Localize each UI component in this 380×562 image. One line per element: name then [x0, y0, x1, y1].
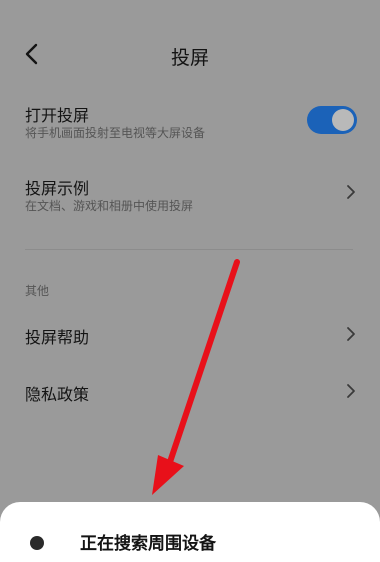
red-arrow-annotation: [152, 259, 240, 495]
bottom-sheet: 正在搜索周围设备: [0, 502, 380, 562]
loading-spinner-icon: [30, 536, 44, 550]
bottom-sheet-title: 正在搜索周围设备: [80, 534, 216, 554]
